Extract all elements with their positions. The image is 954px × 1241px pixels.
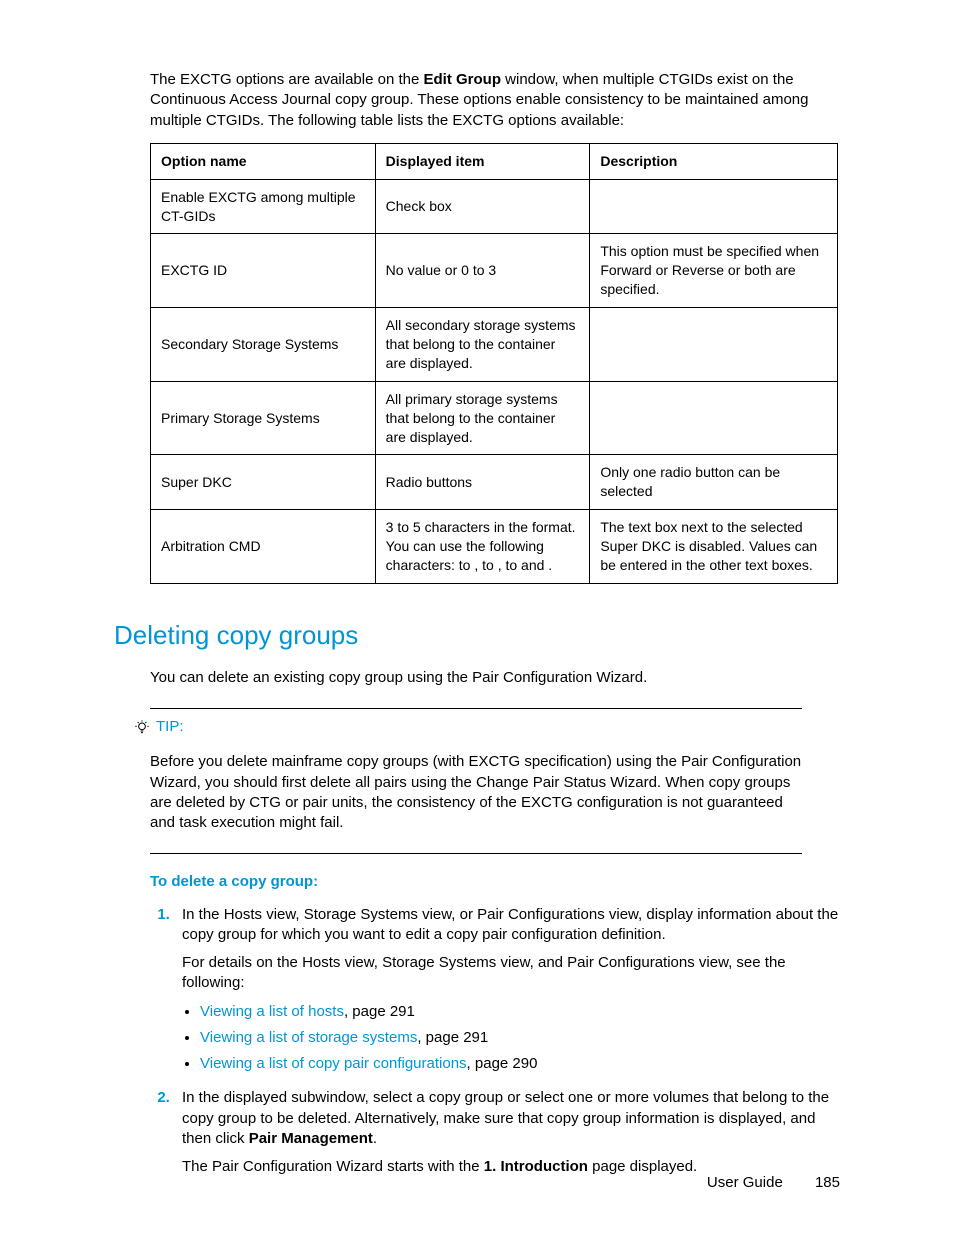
- cell: Enable EXCTG among multiple CT-GIDs: [151, 179, 376, 234]
- cell: Only one radio button can be selected: [590, 455, 838, 510]
- step1-p1: In the Hosts view, Storage Systems view,…: [182, 906, 838, 943]
- table-row: EXCTG ID No value or 0 to 3 This option …: [151, 234, 838, 308]
- cell: All primary storage systems that belong …: [375, 381, 590, 455]
- link-suffix: , page 291: [417, 1029, 488, 1046]
- list-item: Viewing a list of copy pair configuratio…: [200, 1054, 840, 1074]
- list-item: Viewing a list of hosts, page 291: [200, 1002, 840, 1022]
- table-row: Secondary Storage Systems All secondary …: [151, 308, 838, 382]
- cell: [590, 179, 838, 234]
- cell: The text box next to the selected Super …: [590, 510, 838, 584]
- section-heading: Deleting copy groups: [114, 618, 840, 653]
- cell: All secondary storage systems that belon…: [375, 308, 590, 382]
- link-pair-config[interactable]: Viewing a list of copy pair configuratio…: [200, 1055, 467, 1072]
- tip-rule-bottom: [150, 853, 802, 854]
- document-page: The EXCTG options are available on the E…: [0, 0, 954, 1241]
- footer-label: User Guide: [707, 1174, 783, 1191]
- options-table: Option name Displayed item Description E…: [150, 143, 838, 584]
- cell: 3 to 5 characters in the format. You can…: [375, 510, 590, 584]
- step1-p2: For details on the Hosts view, Storage S…: [182, 953, 840, 994]
- cell: [590, 381, 838, 455]
- cell: Check box: [375, 179, 590, 234]
- link-hosts[interactable]: Viewing a list of hosts: [200, 1003, 344, 1020]
- cell: [590, 308, 838, 382]
- step2-bold: Pair Management: [249, 1130, 373, 1147]
- cell: Radio buttons: [375, 455, 590, 510]
- footer-page-number: 185: [815, 1174, 840, 1191]
- th-option-name: Option name: [151, 143, 376, 179]
- step1-links: Viewing a list of hosts, page 291 Viewin…: [200, 1002, 840, 1075]
- procedure-steps: In the Hosts view, Storage Systems view,…: [150, 905, 840, 1178]
- procedure-title: To delete a copy group:: [150, 872, 840, 892]
- table-row: Primary Storage Systems All primary stor…: [151, 381, 838, 455]
- th-description: Description: [590, 143, 838, 179]
- cell: Arbitration CMD: [151, 510, 376, 584]
- cell: Super DKC: [151, 455, 376, 510]
- link-suffix: , page 291: [344, 1003, 415, 1020]
- table-row: Enable EXCTG among multiple CT-GIDs Chec…: [151, 179, 838, 234]
- step-1: In the Hosts view, Storage Systems view,…: [174, 905, 840, 1075]
- intro-paragraph: The EXCTG options are available on the E…: [150, 70, 840, 131]
- step2-p2c: page displayed.: [588, 1158, 697, 1175]
- step2-p2b: 1. Introduction: [484, 1158, 588, 1175]
- cell: EXCTG ID: [151, 234, 376, 308]
- cell: Primary Storage Systems: [151, 381, 376, 455]
- section-intro: You can delete an existing copy group us…: [150, 668, 840, 688]
- step2-p2a: The Pair Configuration Wizard starts wit…: [182, 1158, 484, 1175]
- cell: No value or 0 to 3: [375, 234, 590, 308]
- intro-text-a: The EXCTG options are available on the: [150, 71, 424, 88]
- lightbulb-icon: [134, 719, 150, 735]
- table-row: Super DKC Radio buttons Only one radio b…: [151, 455, 838, 510]
- link-suffix: , page 290: [467, 1055, 538, 1072]
- link-storage[interactable]: Viewing a list of storage systems: [200, 1029, 417, 1046]
- tip-rule-top: [150, 708, 802, 709]
- tip-label: TIP:: [156, 717, 184, 737]
- intro-bold: Edit Group: [424, 71, 502, 88]
- step-2: In the displayed subwindow, select a cop…: [174, 1088, 840, 1177]
- list-item: Viewing a list of storage systems, page …: [200, 1028, 840, 1048]
- table-header-row: Option name Displayed item Description: [151, 143, 838, 179]
- page-footer: User Guide 185: [707, 1173, 840, 1193]
- cell: Secondary Storage Systems: [151, 308, 376, 382]
- step2-p1c: .: [373, 1130, 377, 1147]
- table-row: Arbitration CMD 3 to 5 characters in the…: [151, 510, 838, 584]
- tip-header: TIP:: [134, 717, 840, 737]
- cell: This option must be specified when Forwa…: [590, 234, 838, 308]
- th-displayed-item: Displayed item: [375, 143, 590, 179]
- tip-body: Before you delete mainframe copy groups …: [150, 752, 804, 833]
